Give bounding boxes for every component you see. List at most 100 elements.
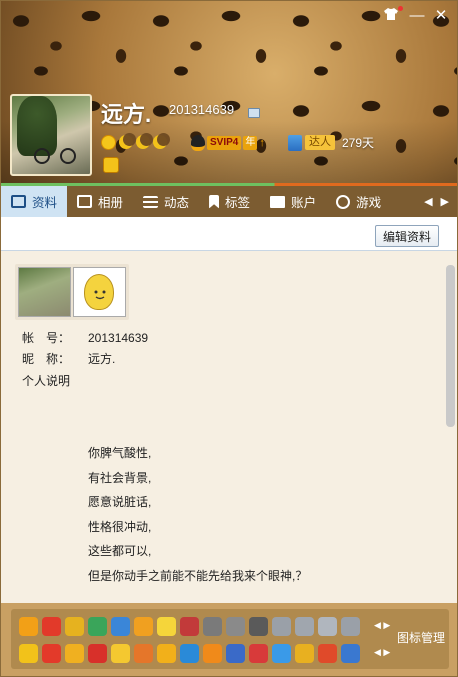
profile-fields: 帐 号： 201314639 昵 称： 远方. xyxy=(22,327,148,369)
field-label: 昵 称： xyxy=(22,352,71,366)
scrollbar-thumb[interactable] xyxy=(446,265,455,427)
service-icon[interactable] xyxy=(65,617,84,636)
field-account: 帐 号： 201314639 xyxy=(22,327,148,348)
avatar-bike xyxy=(32,148,82,166)
service-icon[interactable] xyxy=(341,644,360,663)
service-icon[interactable] xyxy=(272,617,291,636)
profile-header: — ✕ 远方. 201314639 SVIP4 年 ↑ 达人 279天 xyxy=(1,1,457,183)
tab-label: 资料 xyxy=(32,196,58,210)
signature-text: 你脾气酸性, 有社会背景, 愿意说脏话, 性格很冲动, 这些都可以, 但是你动手… xyxy=(88,441,307,588)
tab-account[interactable]: 账户 xyxy=(260,186,326,217)
avatar[interactable] xyxy=(10,94,92,176)
service-icon[interactable] xyxy=(65,644,84,663)
photo-thumbnail[interactable] xyxy=(18,267,71,317)
service-icon[interactable] xyxy=(295,617,314,636)
icon-panel: ◀ ▶ ◀ ▶ 图标管理 xyxy=(11,609,449,669)
daren-icon xyxy=(288,134,302,151)
tab-album[interactable]: 相册 xyxy=(67,186,133,217)
game-icon xyxy=(336,194,351,209)
profile-content: 编辑资料 帐 号： 201314639 昵 称： 远方. 个人说明 你脾气酸性, xyxy=(1,217,457,603)
service-icon[interactable] xyxy=(318,644,337,663)
service-icon[interactable] xyxy=(295,644,314,663)
photo-icon xyxy=(77,195,93,208)
service-icon[interactable] xyxy=(203,617,222,636)
moon-icon xyxy=(119,133,136,149)
field-label: 帐 号： xyxy=(22,331,71,345)
card-icon[interactable] xyxy=(248,108,260,118)
daren-group[interactable]: 达人 279天 xyxy=(288,134,374,151)
tab-label: 相册 xyxy=(98,196,124,210)
field-value: 201314639 xyxy=(88,330,149,345)
signature-line: 你脾气酸性, xyxy=(88,446,152,460)
nickname: 远方. xyxy=(101,102,152,127)
photo-thumbnail[interactable] xyxy=(73,267,126,317)
service-icon[interactable] xyxy=(341,617,360,636)
service-icon[interactable] xyxy=(134,644,153,663)
profile-window: — ✕ 远方. 201314639 SVIP4 年 ↑ 达人 279天 资料 相… xyxy=(0,0,458,677)
service-icon[interactable] xyxy=(226,617,245,636)
service-icon[interactable] xyxy=(111,644,130,663)
service-icon[interactable] xyxy=(19,617,38,636)
minimize-button[interactable]: — xyxy=(407,7,427,25)
signature-line: 这些都可以, xyxy=(88,544,152,558)
service-icon[interactable] xyxy=(180,644,199,663)
penguin-icon xyxy=(191,135,205,151)
service-icon[interactable] xyxy=(88,617,107,636)
service-icon[interactable] xyxy=(42,617,61,636)
bookmark-icon xyxy=(209,194,220,209)
service-icon[interactable] xyxy=(249,617,268,636)
signature-line: 但是你动手之前能不能先给我来个眼神,？ xyxy=(88,568,308,583)
service-icon[interactable] xyxy=(134,617,153,636)
bag-icon xyxy=(270,195,286,208)
avatar-tree xyxy=(17,96,57,156)
service-icon[interactable] xyxy=(272,644,291,663)
service-icon[interactable] xyxy=(88,644,107,663)
service-icon[interactable] xyxy=(157,617,176,636)
tab-profile[interactable]: 资料 xyxy=(1,186,68,217)
tab-scroll-right[interactable]: ▶ xyxy=(441,195,449,208)
service-icon[interactable] xyxy=(42,644,61,663)
vip-badge-group[interactable]: SVIP4 年 ↑ xyxy=(191,135,265,151)
tab-scroll-left[interactable]: ◀ xyxy=(424,195,432,208)
smiley-icon[interactable] xyxy=(103,157,119,173)
icon-manage-link[interactable]: 图标管理 xyxy=(397,629,445,646)
tab-games[interactable]: 游戏 xyxy=(326,186,391,217)
vip-badge: SVIP4 xyxy=(207,136,242,150)
service-icon[interactable] xyxy=(157,644,176,663)
profile-photos xyxy=(15,264,129,320)
daren-badge: 达人 xyxy=(305,135,335,150)
tshirt-icon[interactable] xyxy=(381,6,403,25)
close-button[interactable]: ✕ xyxy=(431,7,451,25)
tab-label: 游戏 xyxy=(356,196,382,210)
tab-feed[interactable]: 动态 xyxy=(133,186,199,217)
icon-row-1-arrows[interactable]: ◀ ▶ xyxy=(374,620,390,631)
icon-row-2 xyxy=(19,644,360,663)
moon-icon xyxy=(136,133,153,149)
service-icon[interactable] xyxy=(180,617,199,636)
tab-label: 账户 xyxy=(291,196,317,210)
service-icon[interactable] xyxy=(318,617,337,636)
service-icon[interactable] xyxy=(226,644,245,663)
service-icon[interactable] xyxy=(111,617,130,636)
profile-tabs: 资料 相册 动态 标签 账户 游戏 ◀ ▶ xyxy=(1,186,457,217)
level-icons[interactable] xyxy=(101,133,170,151)
vip-year-badge: 年 xyxy=(243,136,258,150)
service-icon[interactable] xyxy=(203,644,222,663)
sun-icon xyxy=(101,134,116,150)
signature-label: 个人说明 xyxy=(22,374,71,388)
moon-icon xyxy=(153,133,170,149)
signature-line: 有社会背景, xyxy=(88,470,152,485)
icon-row-2-arrows[interactable]: ◀ ▶ xyxy=(374,647,390,658)
content-toolbar: 编辑资料 xyxy=(1,217,457,251)
edit-profile-button[interactable]: 编辑资料 xyxy=(374,225,439,247)
field-nickname: 昵 称： 远方. xyxy=(22,348,148,369)
qq-number: 201314639 xyxy=(169,102,235,117)
online-days: 279天 xyxy=(342,136,375,150)
service-icon[interactable] xyxy=(249,644,268,663)
tab-tags[interactable]: 标签 xyxy=(199,186,260,217)
content-scrollbar[interactable] xyxy=(446,265,455,595)
notification-dot xyxy=(398,6,403,11)
list-icon xyxy=(143,195,159,208)
service-icon[interactable] xyxy=(19,644,38,663)
vip-up-arrow: ↑ xyxy=(259,137,265,149)
